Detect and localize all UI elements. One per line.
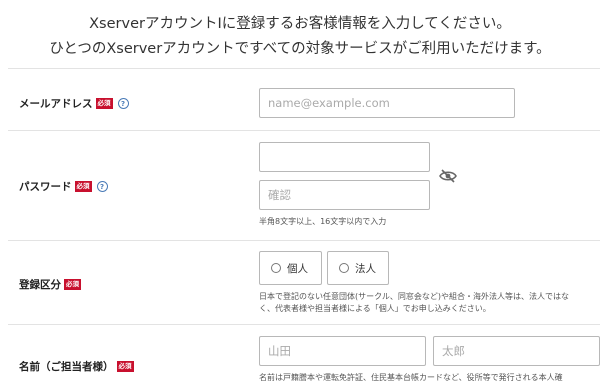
radio-individual-label: 個人	[287, 262, 308, 275]
form-top-divider	[8, 68, 600, 69]
help-icon[interactable]: ?	[117, 98, 129, 109]
password-field[interactable]	[259, 142, 430, 172]
required-badge: 必須	[95, 98, 113, 109]
intro-line-1: XserverアカウントIに登録するお客様情報を入力してください。	[89, 16, 511, 32]
email-label: メールアドレス	[19, 98, 93, 110]
row-divider	[8, 240, 600, 241]
radio-individual[interactable]: 個人	[259, 251, 322, 285]
row-divider	[8, 130, 600, 131]
name-note: 名前は戸籍謄本や運転免許証、住民基本台帳カードなど、役所等で発行される本人確	[259, 373, 563, 382]
radio-circle-icon	[271, 263, 281, 273]
last-name-field[interactable]: 山田	[259, 336, 426, 366]
radio-corporation-label: 法人	[355, 262, 376, 275]
row-divider	[8, 324, 600, 325]
required-badge: 必須	[64, 279, 81, 290]
email-field[interactable]: name@example.com	[259, 88, 515, 118]
required-badge: 必須	[74, 181, 92, 192]
help-icon[interactable]: ?	[96, 181, 108, 192]
registration-type-label-group: 登録区分 必須	[19, 277, 81, 292]
name-label-group: 名前（ご担当者様） 必須	[19, 359, 134, 374]
intro-line-2: ひとつのXserverアカウントですべての対象サービスがご利用いただけます。	[49, 41, 551, 57]
email-label-group: メールアドレス 必須 ?	[19, 96, 129, 111]
registration-type-note-line-1: 日本で登記のない任意団体(サークル、同窓会など)や組合・海外法人等は、法人ではな	[259, 292, 569, 301]
first-name-field[interactable]: 太郎	[433, 336, 600, 366]
radio-corporation[interactable]: 法人	[327, 251, 389, 285]
required-badge: 必須	[116, 361, 134, 372]
password-label: パスワード	[19, 181, 72, 193]
radio-circle-icon	[339, 263, 349, 273]
registration-type-note-line-2: く、代表者様や担当者様による「個人」でお申し込みください。	[259, 304, 491, 313]
password-label-group: パスワード 必須 ?	[19, 179, 108, 194]
password-confirm-field[interactable]: 確認	[259, 180, 430, 210]
password-hint: 半角8文字以上、16文字以内で入力	[259, 217, 387, 226]
registration-type-note: 日本で登記のない任意団体(サークル、同窓会など)や組合・海外法人等は、法人ではな…	[259, 291, 569, 315]
registration-type-label: 登録区分	[19, 279, 61, 291]
name-label: 名前（ご担当者様）	[19, 361, 114, 373]
eye-slash-icon[interactable]	[439, 169, 457, 183]
